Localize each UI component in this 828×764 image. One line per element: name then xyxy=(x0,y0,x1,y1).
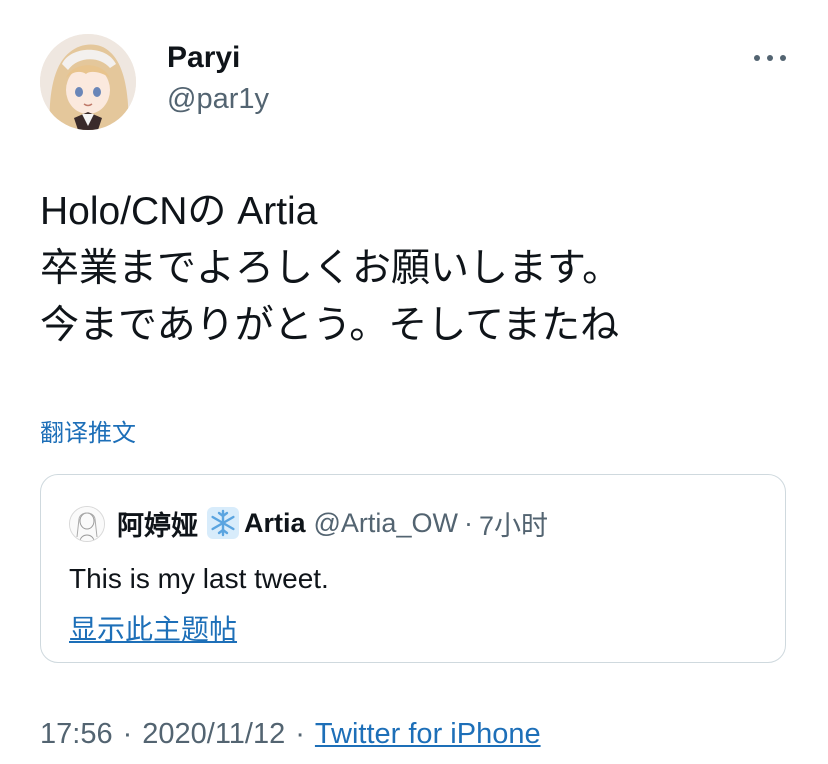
author-name[interactable]: Paryi xyxy=(167,40,240,76)
snowflake-icon xyxy=(206,506,240,540)
quoted-tweet-header: 阿婷娅 Artia @Artia_OW · 7小时 xyxy=(117,503,548,543)
separator-dot: · xyxy=(463,507,473,538)
more-options-button[interactable] xyxy=(748,40,792,74)
quoted-author-name[interactable]: 阿婷娅 xyxy=(117,504,198,543)
more-dot xyxy=(780,55,786,61)
more-horizontal-icon xyxy=(754,55,760,61)
more-dot xyxy=(767,55,773,61)
quoted-author-name-suffix[interactable]: Artia xyxy=(244,508,306,539)
tweet-line: 今までありがとう。そしてまたね xyxy=(40,304,620,347)
tweet-line: Holo/CNの Artia xyxy=(40,190,318,233)
tweet-text: Holo/CNの Artia 卒業までよろしくお願いします。 今までありがとう。… xyxy=(40,183,800,354)
quoted-author-handle[interactable]: @Artia_OW xyxy=(314,508,458,539)
quoted-tweet-text: This is my last tweet. xyxy=(69,563,329,594)
show-thread-link[interactable]: 显示此主题帖 xyxy=(69,612,237,648)
separator-dot: · xyxy=(295,718,305,750)
translate-tweet-link[interactable]: 翻译推文 xyxy=(40,418,136,450)
tweet-line: 卒業までよろしくお願いします。 xyxy=(40,247,622,290)
quoted-author-avatar[interactable] xyxy=(69,506,105,542)
author-handle[interactable]: @par1y xyxy=(167,82,269,116)
tweet-source-link[interactable]: Twitter for iPhone xyxy=(315,718,541,750)
sketch-avatar-icon xyxy=(70,507,104,541)
tweet-meta: 17:56 · 2020/11/12 · Twitter for iPhone xyxy=(40,714,541,754)
tweet-date[interactable]: 2020/11/12 xyxy=(142,718,285,750)
author-avatar[interactable] xyxy=(40,34,136,130)
separator-dot: · xyxy=(122,718,133,750)
quoted-tweet-time[interactable]: 7小时 xyxy=(479,504,548,543)
quoted-tweet-card[interactable]: 阿婷娅 Artia @Artia_OW · 7小时 This is my las… xyxy=(40,474,786,663)
tweet-time[interactable]: 17:56 xyxy=(40,718,113,750)
anime-girl-avatar-icon xyxy=(40,34,136,130)
